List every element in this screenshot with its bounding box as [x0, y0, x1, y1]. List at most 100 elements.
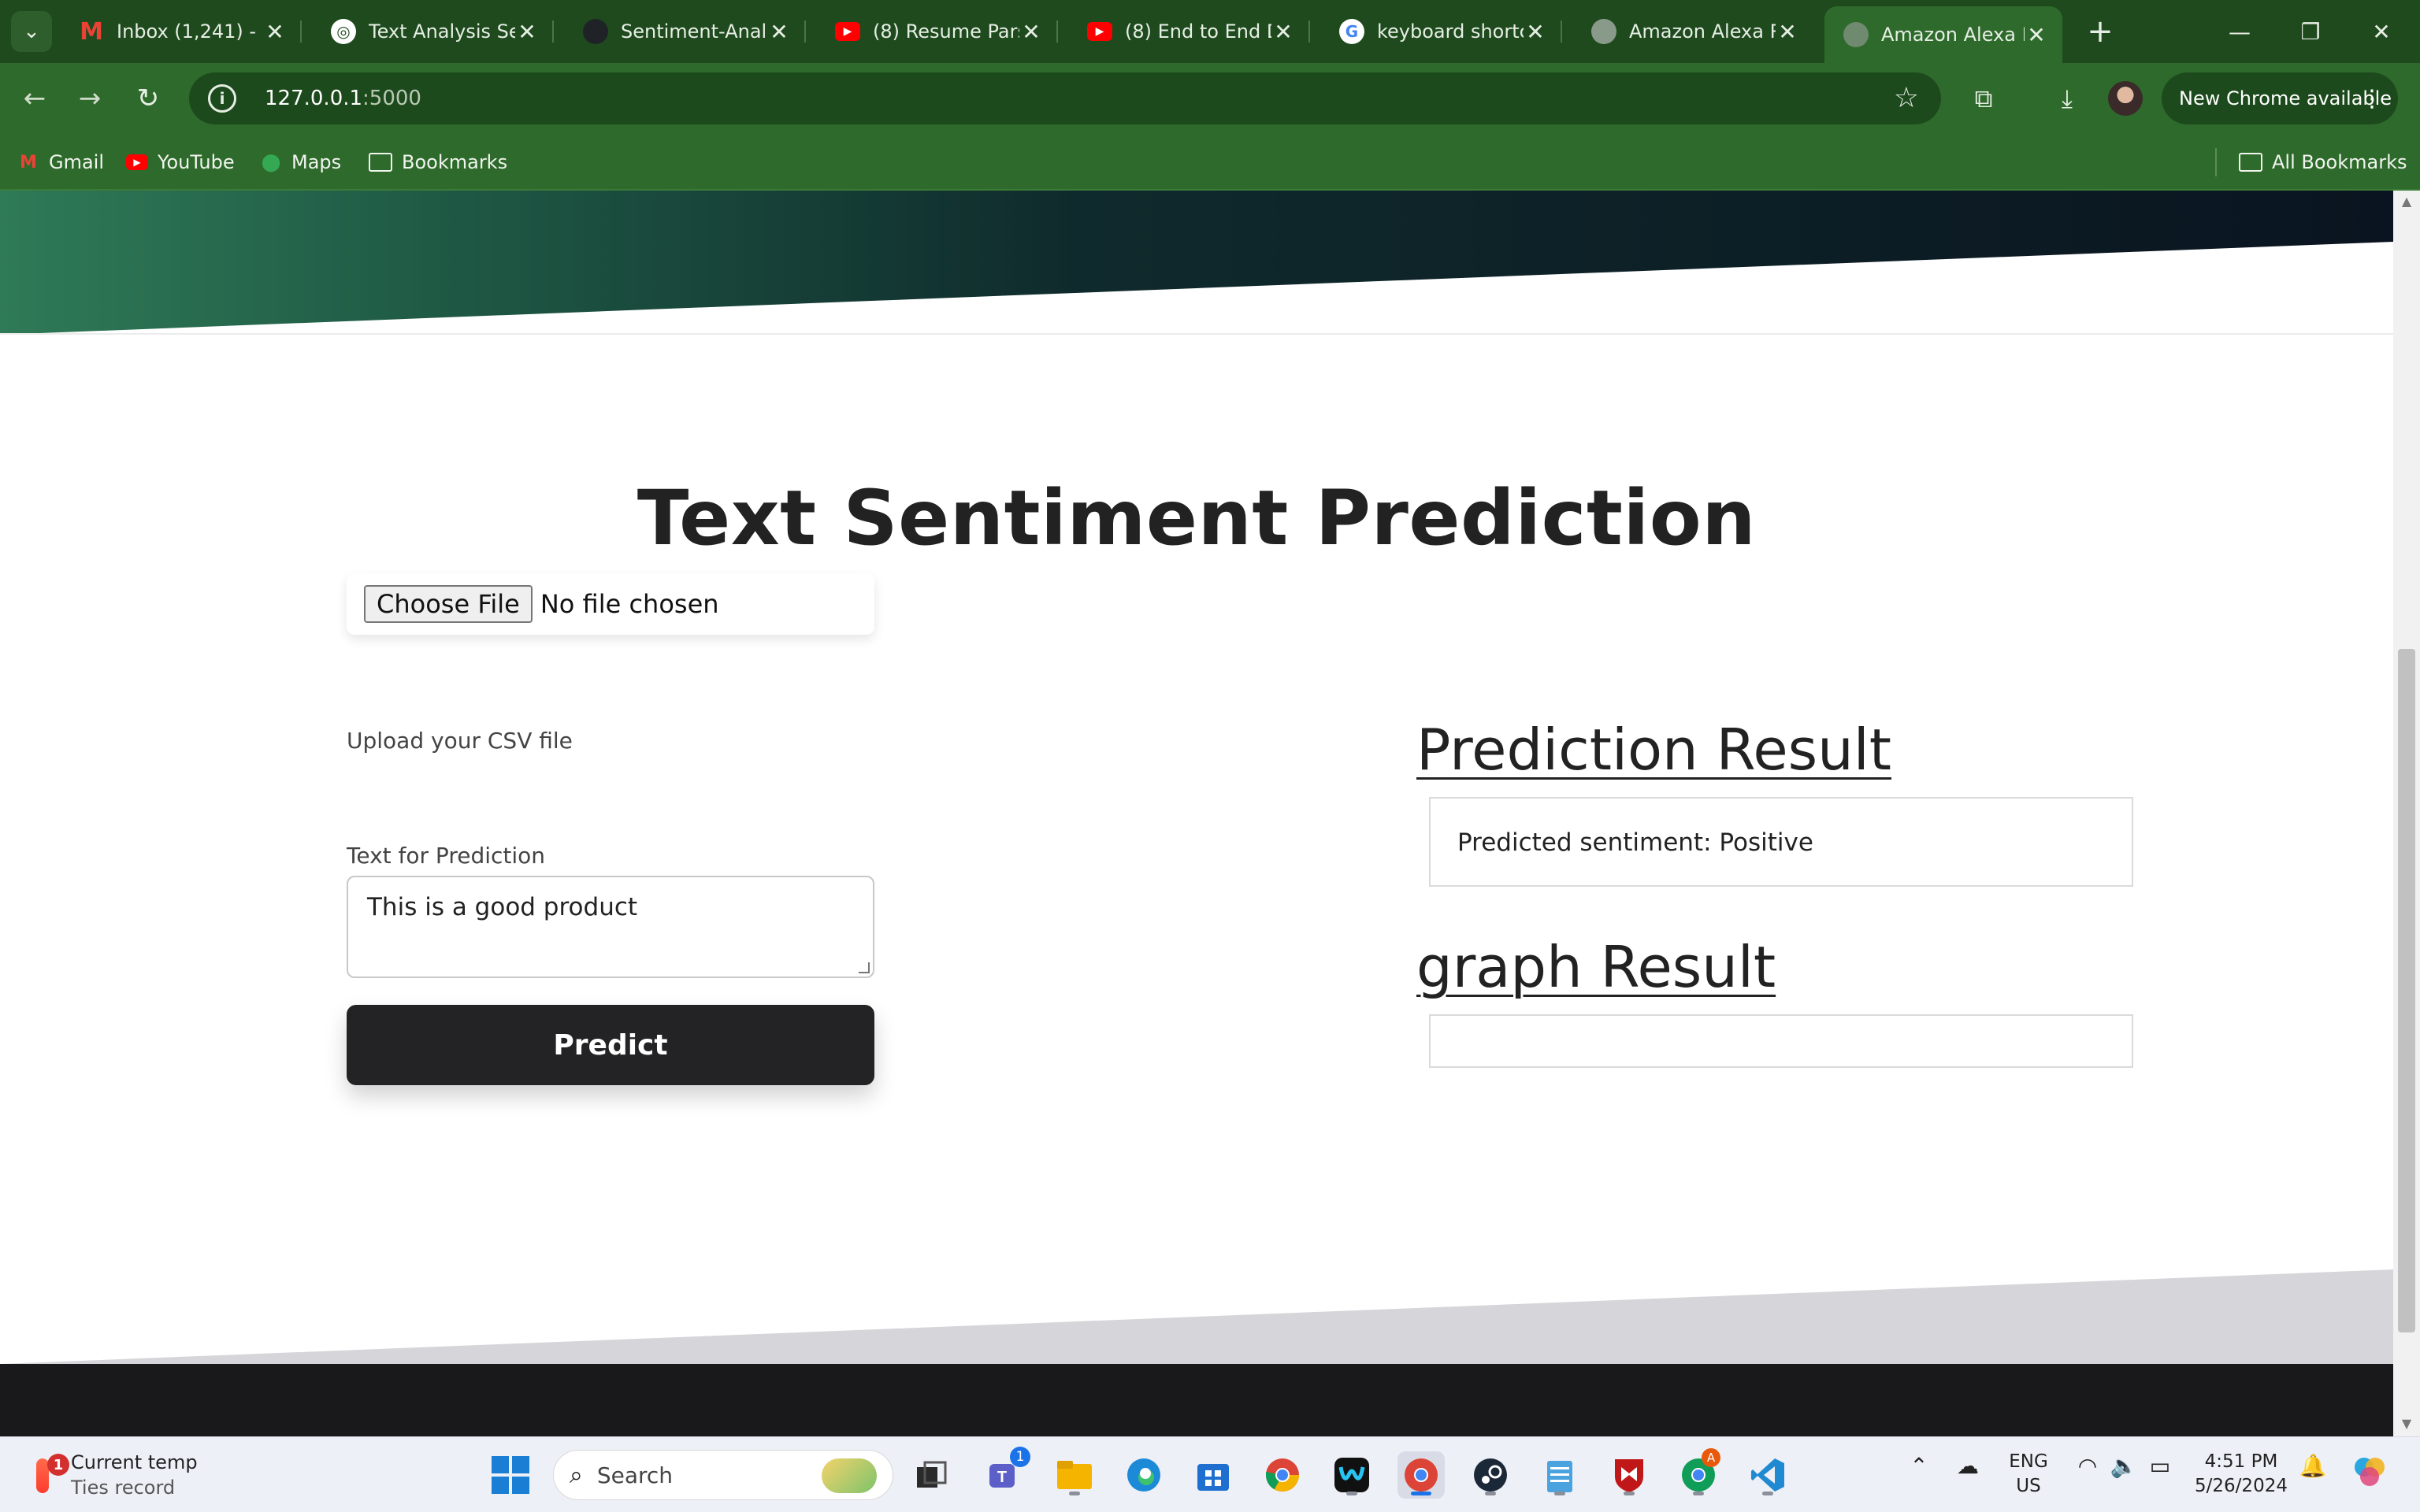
- file-upload-field[interactable]: Choose File No file chosen: [347, 573, 874, 635]
- tab-title: (8) Resume Parse: [873, 20, 1019, 43]
- tab-gmail[interactable]: M Inbox (1,241) - ar ✕: [60, 11, 302, 52]
- scroll-up-icon[interactable]: ▲: [2400, 194, 2413, 209]
- resize-handle-icon[interactable]: [859, 962, 870, 973]
- teams-badge: 1: [1010, 1447, 1030, 1467]
- svg-text:T: T: [997, 1469, 1007, 1486]
- bookmark-folder[interactable]: Bookmarks: [369, 145, 507, 180]
- chatgpt-icon: ◎: [331, 19, 356, 44]
- choose-file-button[interactable]: Choose File: [364, 585, 533, 623]
- chrome-profile-icon[interactable]: [1397, 1451, 1445, 1499]
- onedrive-icon[interactable]: ☁: [1950, 1453, 1985, 1479]
- site-info-icon[interactable]: i: [208, 84, 236, 113]
- minimize-button[interactable]: —: [2204, 0, 2275, 63]
- tab-search-button[interactable]: ⌄: [11, 11, 52, 52]
- file-explorer-icon[interactable]: [1051, 1451, 1098, 1499]
- close-icon[interactable]: ✕: [2025, 22, 2048, 48]
- plus-icon: +: [2087, 13, 2114, 50]
- footer-dark-band: [0, 1364, 2393, 1436]
- youtube-icon: ▶: [835, 22, 860, 41]
- tray-overflow-icon[interactable]: ⌃: [1905, 1453, 1933, 1479]
- windows-taskbar: 1 Current temp Ties record ⌕ Search T 1 …: [0, 1436, 2420, 1512]
- forward-button[interactable]: →: [69, 78, 110, 119]
- hero-banner: [0, 191, 2393, 335]
- globe-icon: [1843, 22, 1869, 47]
- reload-button[interactable]: ↻: [128, 78, 169, 119]
- chrome-alt-icon[interactable]: A: [1675, 1448, 1722, 1499]
- upload-label: Upload your CSV file: [347, 728, 573, 754]
- start-button[interactable]: [487, 1451, 534, 1499]
- close-icon[interactable]: ✕: [1524, 19, 1547, 45]
- download-icon[interactable]: ⤓: [2047, 78, 2088, 119]
- bookmark-label: YouTube: [158, 151, 235, 173]
- prediction-text-input[interactable]: This is a good product: [347, 876, 874, 978]
- volume-icon[interactable]: 🔈: [2108, 1453, 2140, 1479]
- close-icon[interactable]: ✕: [1776, 19, 1799, 45]
- weather-subtitle: Ties record: [71, 1477, 176, 1499]
- battery-icon[interactable]: ▭: [2144, 1453, 2176, 1479]
- youtube-icon: ▶: [1087, 22, 1112, 41]
- more-menu-icon[interactable]: ⋮: [2360, 85, 2384, 113]
- restore-button[interactable]: ❐: [2275, 0, 2346, 63]
- profile-avatar[interactable]: [2108, 81, 2143, 116]
- prediction-result-heading: Prediction Result: [1416, 717, 1892, 783]
- scroll-thumb[interactable]: [2398, 649, 2415, 1332]
- close-icon[interactable]: ✕: [1271, 19, 1295, 45]
- weather-badge: 1: [47, 1454, 69, 1476]
- extensions-icon[interactable]: ⧉: [1963, 78, 2004, 119]
- scroll-down-icon[interactable]: ▼: [2400, 1416, 2413, 1431]
- tab-youtube-end-to-end[interactable]: ▶ (8) End to End D ✕: [1068, 11, 1310, 52]
- wifi-icon[interactable]: ◠: [2072, 1453, 2103, 1479]
- search-highlight-icon: [822, 1458, 877, 1493]
- web-page: Text Sentiment Prediction Upload your CS…: [0, 191, 2393, 1364]
- copilot-icon[interactable]: [2349, 1453, 2390, 1489]
- webex-icon[interactable]: [1328, 1451, 1375, 1499]
- clock-date: 5/26/2024: [2195, 1476, 2288, 1496]
- bookmark-star-icon[interactable]: ☆: [1894, 82, 1919, 114]
- tab-title: (8) End to End D: [1125, 20, 1271, 43]
- gmail-icon: M: [20, 152, 37, 172]
- file-status: No file chosen: [540, 589, 719, 619]
- tab-text-analysis[interactable]: ◎ Text Analysis Set ✕: [312, 11, 554, 52]
- bookmark-label: Bookmarks: [402, 151, 508, 173]
- page-scrollbar[interactable]: ▲ ▼: [2393, 191, 2420, 1436]
- windows-logo-icon: [492, 1456, 529, 1494]
- bookmark-gmail[interactable]: M Gmail: [17, 145, 104, 180]
- weather-widget[interactable]: 1 Current temp Ties record: [32, 1448, 198, 1502]
- chrome-icon[interactable]: [1259, 1451, 1306, 1499]
- all-bookmarks[interactable]: All Bookmarks: [2239, 145, 2407, 180]
- close-icon[interactable]: ✕: [515, 19, 539, 45]
- clock-time: 4:51 PM: [2204, 1451, 2278, 1472]
- tab-strip: ⌄ M Inbox (1,241) - ar ✕ ◎ Text Analysis…: [0, 0, 2420, 63]
- bookmark-youtube[interactable]: ▶ YouTube: [126, 145, 235, 180]
- tab-keyboard-shortcuts[interactable]: G keyboard shortc ✕: [1320, 11, 1562, 52]
- weather-title: Current temp: [71, 1451, 198, 1473]
- steam-icon[interactable]: [1467, 1451, 1514, 1499]
- mcafee-icon[interactable]: [1605, 1451, 1653, 1499]
- tab-youtube-resume[interactable]: ▶ (8) Resume Parse ✕: [816, 11, 1058, 52]
- taskbar-search[interactable]: ⌕ Search: [553, 1450, 893, 1500]
- task-view-icon[interactable]: [908, 1451, 955, 1499]
- close-icon[interactable]: ✕: [767, 19, 791, 45]
- tab-sentiment-github[interactable]: Sentiment-Analy ✕: [564, 11, 806, 52]
- tab-title: keyboard shortc: [1377, 20, 1524, 43]
- tab-amazon-alexa-active[interactable]: Amazon Alexa R ✕: [1824, 6, 2062, 63]
- clock[interactable]: 4:51 PM 5/26/2024: [2190, 1450, 2292, 1499]
- notepad-icon[interactable]: [1536, 1451, 1583, 1499]
- ms-store-icon[interactable]: [1190, 1451, 1237, 1499]
- teams-icon[interactable]: T 1: [982, 1447, 1030, 1499]
- window-close-button[interactable]: ✕: [2346, 0, 2417, 63]
- bookmark-maps[interactable]: ⬤ Maps: [260, 145, 341, 180]
- back-button[interactable]: ←: [14, 78, 55, 119]
- new-tab-button[interactable]: +: [2080, 11, 2121, 52]
- close-icon[interactable]: ✕: [263, 19, 287, 45]
- vscode-icon[interactable]: [1744, 1451, 1791, 1499]
- tab-amazon-alexa-1[interactable]: Amazon Alexa R ✕: [1572, 11, 1813, 52]
- predict-button[interactable]: Predict: [347, 1005, 874, 1085]
- address-bar[interactable]: i 127.0.0.1:5000 ☆: [189, 72, 1941, 124]
- chrome-update-button[interactable]: New Chrome available ⋮: [2162, 72, 2398, 124]
- edge-icon[interactable]: [1120, 1451, 1167, 1499]
- close-icon[interactable]: ✕: [1019, 19, 1043, 45]
- notification-bell-icon[interactable]: 🔔: [2297, 1453, 2329, 1479]
- language-indicator[interactable]: ENG US: [1999, 1450, 2058, 1499]
- text-label: Text for Prediction: [347, 843, 546, 869]
